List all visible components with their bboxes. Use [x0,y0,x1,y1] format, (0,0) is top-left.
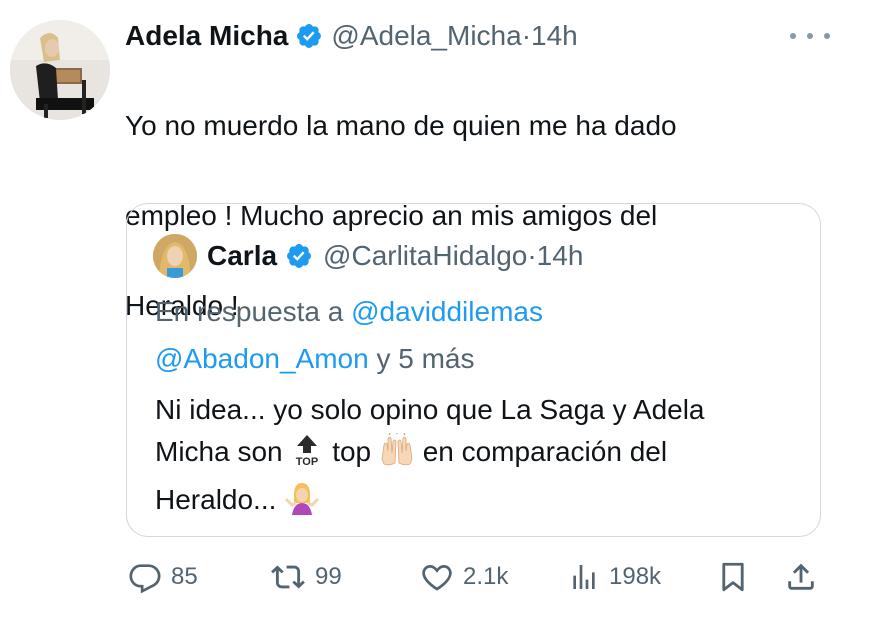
retweet-count: 99 [315,563,342,590]
mention-link[interactable]: @Abadon_Amon [155,343,369,374]
share-icon [784,559,818,595]
reply-icon [128,560,162,594]
quote-line: Micha son TOP top en comparación del [155,431,795,479]
quoted-tweet[interactable]: Carla @CarlitaHidalgo·14h En respuesta a… [126,203,821,537]
raising-hands-emoji-icon [379,432,415,479]
quote-text-part: Heraldo... [155,484,285,515]
quote-line: Ni idea... yo solo opino que La Saga y A… [155,394,705,425]
mention-link[interactable]: @daviddilemas [351,296,543,327]
verified-badge-icon [285,242,313,270]
verified-badge-icon [295,22,323,50]
separator-dot: · [521,20,532,51]
quote-line: Heraldo... [155,479,795,527]
author-handle[interactable]: @Adela_Micha·14h [331,20,577,52]
quote-author-handle[interactable]: @CarlitaHidalgo·14h [323,240,583,272]
tweet-header: Adela Micha @Adela_Micha·14h [125,16,578,56]
author-name[interactable]: Adela Micha [125,20,288,52]
reply-count: 85 [171,563,198,590]
views-count: 198k [609,563,662,590]
bookmark-icon [716,559,750,595]
reply-context: En respuesta a @daviddilemas @Abadon_Amo… [155,288,543,382]
heart-icon [420,560,454,594]
tweet-time[interactable]: 14h [531,20,578,51]
quote-header: Carla @CarlitaHidalgo·14h [207,236,583,276]
quote-text-part: top [332,436,372,467]
views-button[interactable]: 198k [568,555,661,599]
shrug-emoji-icon [284,479,320,527]
views-icon [568,560,600,594]
share-button[interactable] [784,555,818,599]
bookmark-button[interactable] [716,555,750,599]
quote-text: Ni idea... yo solo opino que La Saga y A… [155,389,795,527]
like-count: 2.1k [463,563,509,590]
top-arrow-emoji-icon: TOP [290,433,325,479]
quote-text-part: en comparación del [422,436,668,467]
reply-button[interactable]: 85 [128,555,198,599]
retweet-icon [270,560,306,594]
reply-suffix[interactable]: y 5 más [369,343,474,374]
separator-dot: · [527,240,537,271]
quote-text-part: Micha son [155,436,291,467]
like-button[interactable]: 2.1k [420,555,508,599]
retweet-button[interactable]: 99 [270,555,342,599]
author-avatar[interactable] [10,20,110,120]
reply-prefix: En respuesta a [155,296,352,327]
svg-text:TOP: TOP [296,456,318,467]
more-icon[interactable] [790,24,830,48]
quote-author-avatar[interactable] [153,234,197,278]
quote-time[interactable]: 14h [537,240,584,271]
tweet-line: Yo no muerdo la mano de quien me ha dado [125,110,677,141]
action-bar: 85 99 2.1k 198k [128,555,828,599]
quote-author-name[interactable]: Carla [207,240,277,272]
